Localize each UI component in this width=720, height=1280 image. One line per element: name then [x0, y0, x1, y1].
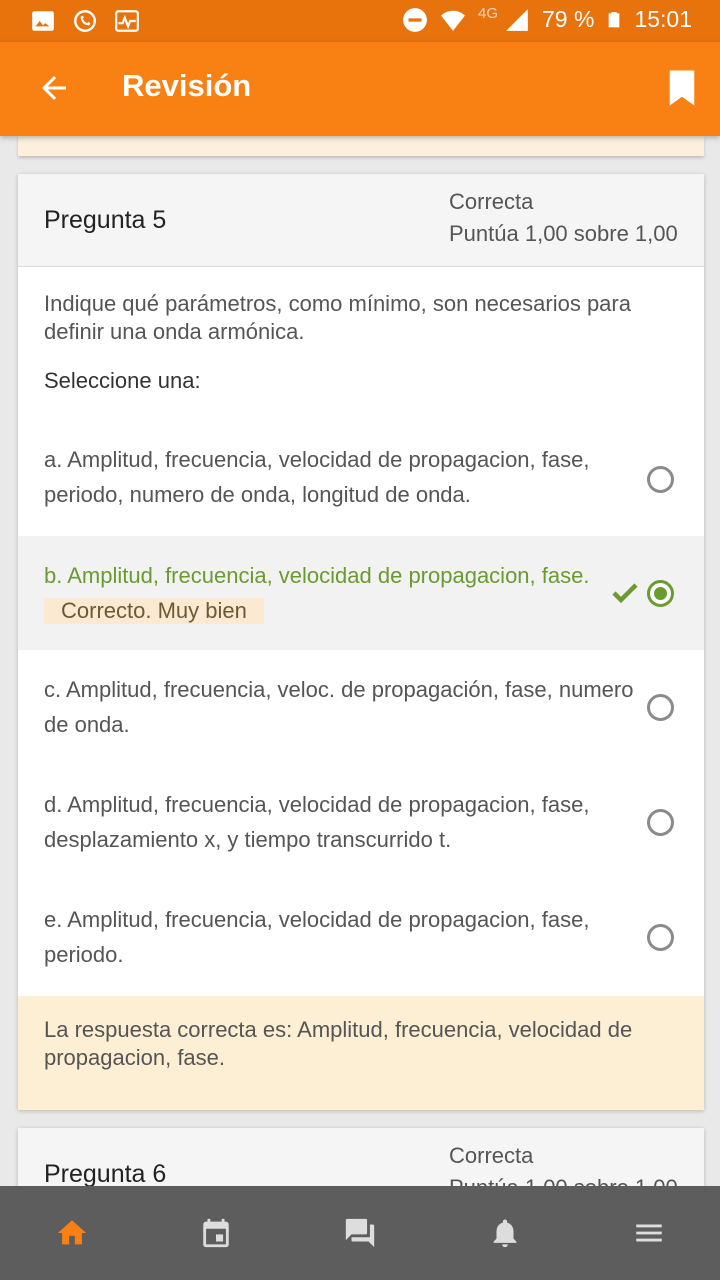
question-card: Pregunta 5 Correcta Puntúa 1,00 sobre 1,… — [18, 174, 704, 1110]
gallery-icon — [32, 11, 54, 31]
radio-button[interactable] — [647, 809, 674, 836]
right-answer-box: La respuesta correcta es: Amplitud, frec… — [18, 996, 704, 1110]
radio-dot — [654, 587, 667, 600]
whatsapp-icon — [74, 10, 96, 32]
bookmark-icon[interactable] — [668, 70, 696, 106]
question-number: Pregunta 6 — [44, 1160, 167, 1188]
question-state: Correcta — [449, 1143, 534, 1168]
question-state: Correcta — [449, 189, 534, 214]
question-grade: Puntúa 1,00 sobre 1,00 — [449, 221, 678, 246]
status-bar: 4G 79 % 15:01 — [0, 0, 720, 42]
option-d[interactable]: d. Amplitud, frecuencia, velocidad de pr… — [18, 765, 704, 880]
radio-button[interactable] — [647, 924, 674, 951]
option-label: e. Amplitud, frecuencia, velocidad de pr… — [44, 907, 590, 967]
checkmark-icon — [612, 583, 638, 604]
battery-level: 79 % — [542, 6, 595, 32]
bottom-navigation — [0, 1186, 720, 1280]
option-label: d. Amplitud, frecuencia, velocidad de pr… — [44, 792, 590, 852]
radio-button[interactable] — [647, 466, 674, 493]
activity-icon — [115, 10, 139, 32]
network-type: 4G — [477, 5, 498, 22]
battery-icon — [609, 11, 620, 27]
messages-icon[interactable] — [343, 1216, 377, 1250]
app-bar: Revisión — [0, 42, 720, 136]
signal-icon — [506, 8, 528, 31]
option-label: c. Amplitud, frecuencia, veloc. de propa… — [44, 677, 634, 737]
question-prompt: Seleccione una: — [44, 368, 201, 393]
do-not-disturb-icon — [403, 7, 427, 32]
home-icon[interactable] — [55, 1216, 89, 1250]
notifications-icon[interactable] — [488, 1216, 522, 1250]
option-a[interactable]: a. Amplitud, frecuencia, velocidad de pr… — [18, 422, 704, 536]
previous-question-card — [18, 136, 704, 156]
radio-button-selected[interactable] — [647, 580, 674, 607]
option-label: a. Amplitud, frecuencia, velocidad de pr… — [44, 447, 590, 507]
question-header: Pregunta 5 Correcta Puntúa 1,00 sobre 1,… — [18, 174, 704, 267]
option-feedback: Correcto. Muy bien — [44, 598, 264, 624]
option-c[interactable]: c. Amplitud, frecuencia, veloc. de propa… — [18, 650, 704, 765]
page-title: Revisión — [122, 68, 252, 103]
menu-icon[interactable] — [632, 1216, 666, 1250]
option-label: b. Amplitud, frecuencia, velocidad de pr… — [44, 563, 590, 588]
question-text: Indique qué parámetros, como mínimo, son… — [44, 291, 631, 344]
radio-button[interactable] — [647, 694, 674, 721]
wifi-icon — [441, 10, 465, 31]
back-arrow-icon[interactable] — [36, 70, 72, 106]
clock: 15:01 — [634, 6, 692, 32]
question-number: Pregunta 5 — [44, 206, 167, 234]
option-e[interactable]: e. Amplitud, frecuencia, velocidad de pr… — [18, 880, 704, 996]
right-answer-text: La respuesta correcta es: Amplitud, frec… — [44, 1017, 633, 1070]
option-b[interactable]: b. Amplitud, frecuencia, velocidad de pr… — [18, 536, 704, 650]
calendar-icon[interactable] — [199, 1216, 233, 1250]
